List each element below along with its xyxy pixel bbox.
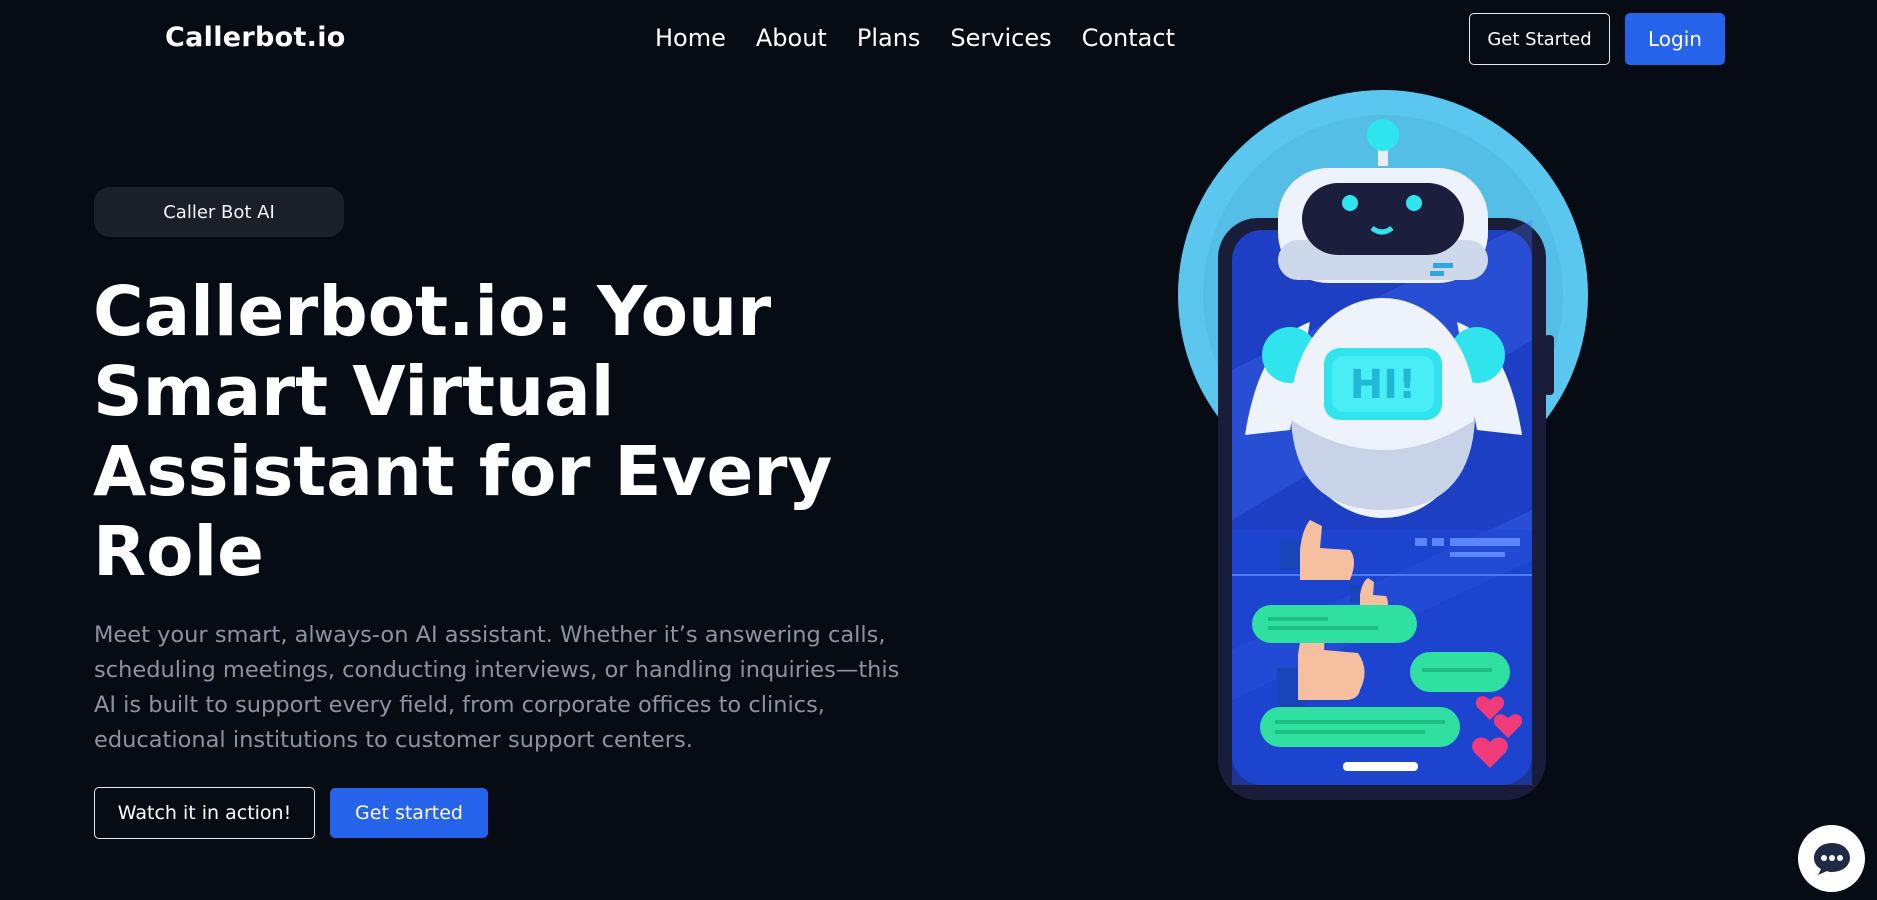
robot-visor (1302, 183, 1464, 255)
watch-demo-button[interactable]: Watch it in action! (94, 787, 315, 839)
hero-title: Callerbot.io: Your Smart Virtual Assista… (93, 272, 833, 592)
header-get-started-button[interactable]: Get Started (1469, 13, 1610, 65)
nav-services[interactable]: Services (950, 24, 1051, 52)
main-nav: Home About Plans Services Contact (655, 24, 1175, 52)
login-button[interactable]: Login (1625, 13, 1725, 65)
chat-widget-button[interactable] (1798, 825, 1865, 892)
nav-about[interactable]: About (756, 24, 827, 52)
nav-home[interactable]: Home (655, 24, 726, 52)
navbar: Callerbot.io Home About Plans Services C… (0, 0, 1877, 82)
nav-contact[interactable]: Contact (1082, 24, 1175, 52)
hero-subtitle: Meet your smart, always-on AI assistant.… (94, 622, 900, 753)
robot-chest-text: HI! (1350, 362, 1417, 408)
chat-bubble-3 (1260, 707, 1460, 747)
nav-plans[interactable]: Plans (857, 24, 921, 52)
hero-badge: Caller Bot AI (94, 187, 344, 237)
hero-get-started-button[interactable]: Get started (330, 788, 488, 838)
antenna-light (1367, 119, 1399, 151)
brand-logo[interactable]: Callerbot.io (165, 22, 346, 53)
robot-phone-illustration: HI! (1150, 90, 1620, 810)
chat-bubble-icon (1813, 842, 1850, 875)
chat-bubble-1 (1252, 605, 1417, 643)
robot-phone-svg: HI! (1178, 90, 1588, 800)
